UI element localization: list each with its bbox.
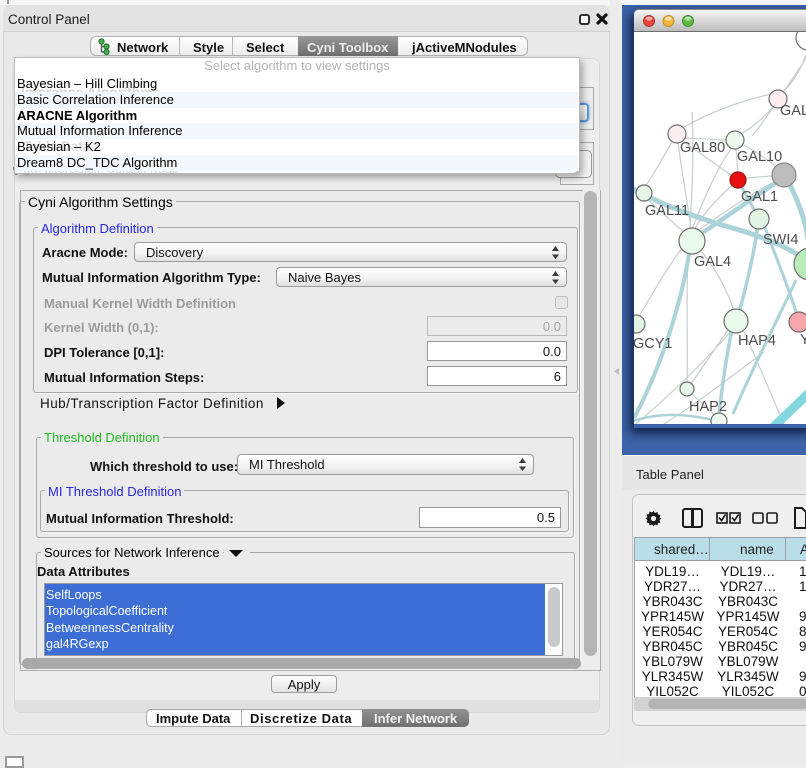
- svg-text:GAL: GAL: [780, 103, 806, 119]
- svg-text:SWI4: SWI4: [763, 232, 798, 248]
- svg-text:GAL4: GAL4: [694, 254, 731, 270]
- svg-text:GAL1: GAL1: [741, 189, 778, 205]
- svg-text:Y: Y: [800, 332, 806, 348]
- svg-text:HAP2: HAP2: [689, 399, 727, 415]
- svg-text:GCY1: GCY1: [634, 336, 673, 352]
- svg-text:GAL10: GAL10: [737, 149, 782, 165]
- svg-text:HAP4: HAP4: [738, 333, 776, 349]
- svg-text:GAL11: GAL11: [645, 203, 689, 219]
- svg-text:GAL80: GAL80: [680, 140, 725, 156]
